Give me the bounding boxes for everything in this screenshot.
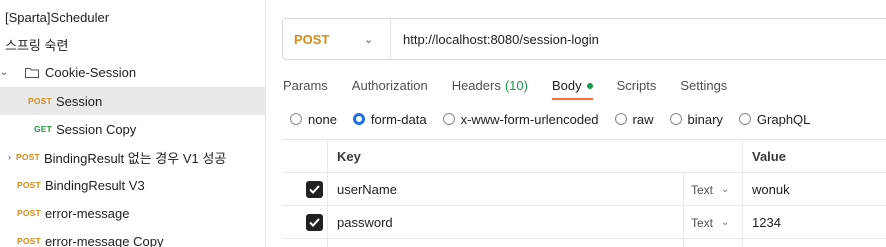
tab-params[interactable]: Params: [283, 72, 328, 99]
folder-icon: [25, 67, 39, 78]
tab-scripts[interactable]: Scripts: [617, 72, 657, 99]
table-row: userName Text ⌄ wonuk: [282, 173, 886, 206]
row-checkbox[interactable]: [306, 173, 323, 206]
tab-body[interactable]: Body: [551, 72, 593, 100]
sidebar-item-bindingresult-v3[interactable]: POST BindingResult V3: [0, 171, 265, 199]
method-badge: POST: [16, 152, 40, 162]
sidebar-collection[interactable]: [Sparta]Scheduler: [0, 3, 265, 31]
url-bar: POST ⌄: [282, 18, 886, 60]
url-input[interactable]: [391, 20, 871, 58]
value-header: Value: [752, 149, 786, 164]
method-badge: POST: [28, 96, 52, 106]
radio-none[interactable]: none: [290, 112, 337, 127]
modified-dot-icon: [586, 82, 593, 89]
radio-label: binary: [687, 111, 723, 127]
tab-params-label: Params: [283, 78, 328, 93]
request-name: Session Copy: [56, 121, 137, 137]
headers-count: (10): [504, 78, 528, 93]
folder-name: 스프링 숙련: [5, 37, 69, 53]
request-name: BindingResult V3: [44, 177, 145, 193]
row-type-select[interactable]: Text ⌄: [691, 173, 729, 206]
tab-headers-label: Headers: [451, 78, 501, 93]
radio-circle: [669, 113, 682, 125]
radio-circle: [614, 113, 627, 125]
tab-headers[interactable]: Headers (10): [452, 72, 528, 99]
sidebar-folder[interactable]: 스프링 숙련: [0, 30, 265, 58]
form-data-table: Key Value userName Text ⌄ wonuk password: [282, 139, 886, 247]
radio-label: x-www-form-urlencoded: [460, 111, 599, 127]
row-type-label: Text: [691, 215, 714, 230]
sidebar-item-session-copy[interactable]: GET Session Copy: [0, 115, 265, 143]
tab-body-label: Body: [551, 78, 582, 93]
request-name: error-message: [44, 205, 130, 221]
tab-settings-label: Settings: [680, 78, 728, 93]
chevron-right-icon[interactable]: ›: [8, 152, 16, 162]
radio-label: raw: [632, 111, 654, 127]
radio-circle: [738, 113, 751, 125]
chevron-down-icon: ⌄: [721, 184, 730, 195]
tab-authorization-label: Authorization: [351, 78, 428, 93]
body-type-radios: none form-data x-www-form-urlencoded raw…: [290, 110, 826, 128]
method-label: POST: [294, 31, 330, 47]
subfolder-name: Cookie-Session: [45, 64, 137, 80]
table-row: password Text ⌄ 1234: [282, 206, 886, 239]
row-type-label: Text: [691, 182, 714, 197]
row-key[interactable]: password: [337, 206, 393, 239]
sidebar-item-error-message-copy[interactable]: POST error-message Copy: [0, 227, 265, 247]
sidebar-subfolder[interactable]: ⌄ Cookie-Session: [0, 58, 265, 86]
row-key[interactable]: userName: [337, 173, 397, 206]
chevron-down-icon: ⌄: [721, 217, 730, 228]
key-header: Key: [337, 149, 361, 164]
radio-circle: [290, 113, 302, 125]
method-badge: POST: [17, 180, 41, 190]
tab-scripts-label: Scripts: [616, 78, 657, 93]
radio-circle: [442, 113, 455, 125]
request-name: BindingResult 없는 경우 V1 성공: [43, 150, 227, 166]
sidebar: [Sparta]Scheduler 스프링 숙련 ⌄ Cookie-Sessio…: [0, 0, 266, 247]
method-badge: POST: [17, 208, 41, 218]
sidebar-item-error-message[interactable]: POST error-message: [0, 199, 265, 227]
radio-circle-selected: [352, 113, 365, 125]
row-checkbox[interactable]: [306, 206, 323, 239]
request-name: Session: [55, 93, 103, 109]
row-value[interactable]: 1234: [752, 206, 781, 239]
request-name: error-message Copy: [44, 233, 164, 247]
radio-label: form-data: [370, 111, 427, 127]
collection-name: [Sparta]Scheduler: [5, 9, 110, 25]
chevron-down-icon: ⌄: [364, 33, 374, 46]
radio-label: GraphQL: [756, 111, 811, 127]
method-badge: GET: [34, 124, 53, 134]
row-type-select[interactable]: Text ⌄: [691, 206, 729, 239]
radio-label: none: [308, 111, 337, 127]
table-header-row: Key Value: [282, 140, 886, 173]
sidebar-item-bindingresult-v1[interactable]: › POST BindingResult 없는 경우 V1 성공: [0, 143, 265, 171]
method-badge: POST: [17, 236, 41, 246]
radio-form-data[interactable]: form-data: [352, 111, 427, 127]
tab-authorization[interactable]: Authorization: [352, 72, 428, 99]
radio-raw[interactable]: raw: [614, 111, 654, 127]
row-value[interactable]: wonuk: [752, 173, 790, 206]
request-tabs: Params Authorization Headers (10) Body Sc…: [283, 72, 751, 100]
checkbox-checked-icon: [306, 214, 323, 231]
method-select[interactable]: POST ⌄: [283, 19, 391, 59]
radio-urlencoded[interactable]: x-www-form-urlencoded: [442, 111, 599, 127]
chevron-down-icon[interactable]: ⌄: [0, 67, 10, 78]
request-editor: POST ⌄ Params Authorization Headers(10) …: [266, 0, 886, 247]
radio-binary[interactable]: binary: [669, 111, 723, 127]
checkbox-checked-icon: [306, 181, 323, 198]
sidebar-item-session[interactable]: POST Session: [0, 87, 265, 115]
radio-graphql[interactable]: GraphQL: [738, 111, 811, 127]
tab-settings[interactable]: Settings: [680, 72, 727, 99]
